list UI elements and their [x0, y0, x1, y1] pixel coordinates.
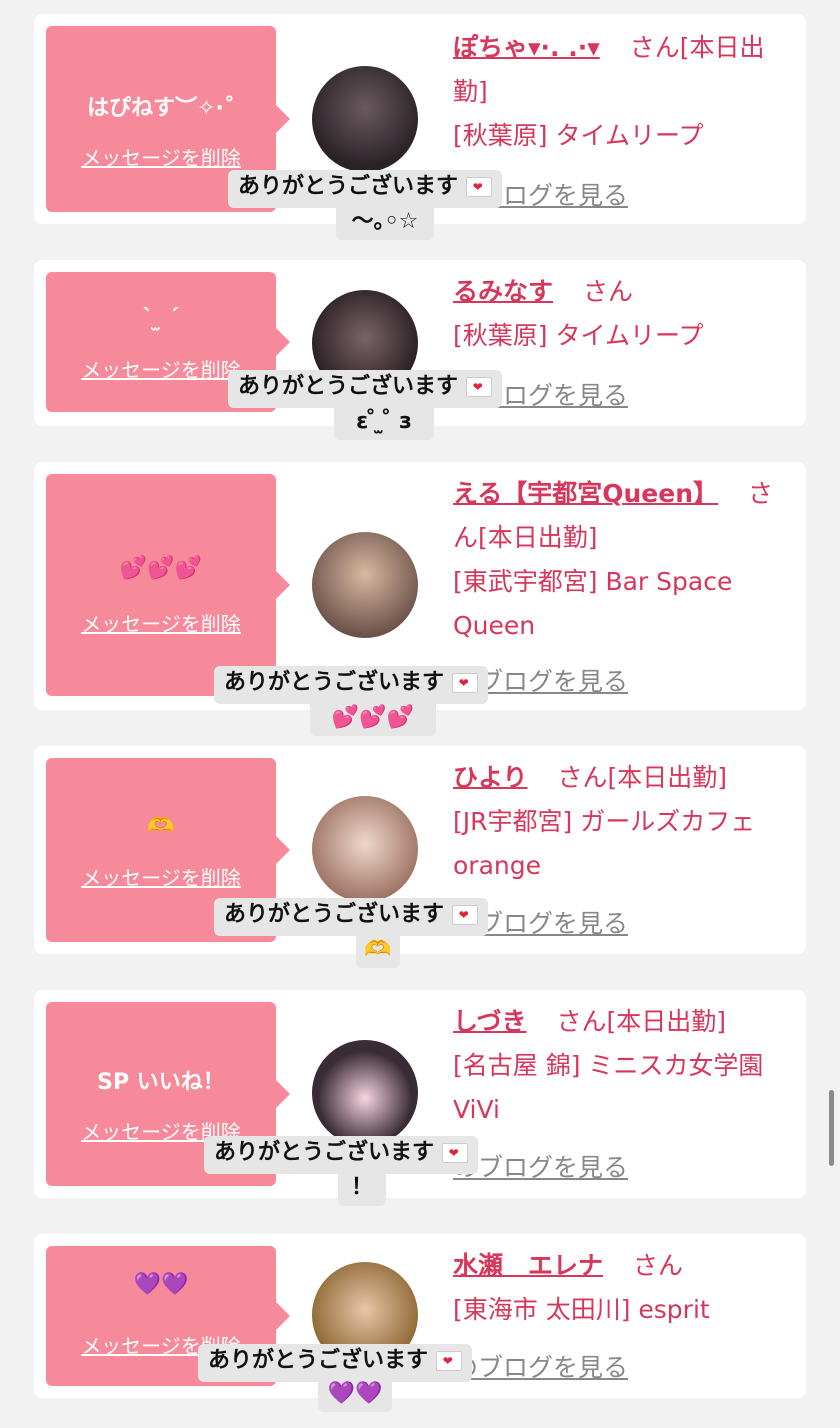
message-text: 💜💜	[133, 1272, 189, 1297]
honorific: さん	[629, 33, 680, 62]
blog-link[interactable]: のブログを見る	[453, 1348, 628, 1384]
shop-link[interactable]: [東海市 太田川] esprit	[453, 1295, 710, 1324]
tooltip-text: ありがとうございます	[224, 670, 445, 695]
envelope-heart-icon	[441, 1143, 468, 1163]
message-text: 🫶	[147, 814, 175, 839]
scrollbar[interactable]	[829, 1090, 834, 1166]
avatar[interactable]	[312, 796, 418, 902]
message-text: はぴねす︶✧·˚	[87, 96, 235, 121]
tooltip-text: ありがとうございます	[214, 1140, 435, 1165]
shop-link[interactable]: [秋葉原] タイムリープ	[453, 321, 703, 350]
profile-info: るみなす さん [秋葉原] タイムリープ	[453, 270, 793, 358]
honorific: さん	[582, 277, 633, 306]
message-text: ˋ ̫ ˊ	[142, 306, 180, 331]
tooltip-extra: ε ̊ ̫ ̊ з	[334, 406, 434, 440]
tooltip-extra: 💕💕💕	[310, 702, 436, 736]
shop-link[interactable]: [名古屋 錦] ミニスカ女学園ViVi	[453, 1051, 763, 1124]
profile-name-link[interactable]: ひより	[453, 763, 528, 792]
avatar[interactable]	[312, 532, 418, 638]
tooltip-text: ありがとうございます	[238, 174, 459, 199]
profile-name-link[interactable]: るみなす	[453, 277, 553, 306]
avatar[interactable]	[312, 66, 418, 172]
profile-info: ひより さん[本日出勤] [JR宇都宮] ガールズカフェorange	[453, 756, 793, 888]
envelope-heart-icon	[465, 377, 492, 397]
tooltip-extra: 〜｡◦☆	[336, 206, 434, 240]
shop-link[interactable]: [秋葉原] タイムリープ	[453, 121, 703, 150]
honorific: さん	[556, 1007, 607, 1036]
envelope-heart-icon	[451, 673, 478, 693]
tooltip-text: ありがとうございます	[238, 374, 459, 399]
profile-name-link[interactable]: 水瀬 エレナ	[453, 1251, 603, 1280]
status-label: [本日出勤]	[607, 763, 727, 792]
profile-name-link[interactable]: ぽちゃ▾·. .·▾	[453, 33, 600, 62]
status-label: [本日出勤]	[606, 1007, 726, 1036]
profile-name-link[interactable]: える【宇都宮Queen】	[453, 479, 718, 508]
blog-link[interactable]: のブログを見る	[453, 1148, 628, 1184]
avatar[interactable]	[312, 1040, 418, 1146]
shop-link[interactable]: [東武宇都宮] Bar Space Queen	[453, 567, 732, 640]
tooltip-text: ありがとうございます	[208, 1348, 429, 1373]
status-label: [本日出勤]	[478, 523, 598, 552]
profile-info: しづき さん[本日出勤] [名古屋 錦] ミニスカ女学園ViVi	[453, 1000, 793, 1132]
profile-info: ぽちゃ▾·. .·▾ さん[本日出勤] [秋葉原] タイムリープ	[453, 26, 793, 158]
tooltip-extra: ！	[338, 1172, 386, 1206]
honorific: さん	[557, 763, 608, 792]
thanks-tooltip: ありがとうございます	[204, 1136, 478, 1174]
thanks-tooltip: ありがとうございます	[228, 170, 502, 208]
delete-message-link[interactable]: メッセージを削除	[46, 608, 276, 637]
message-bubble: 💕💕💕 メッセージを削除	[46, 474, 290, 696]
delete-message-link[interactable]: メッセージを削除	[46, 862, 276, 891]
envelope-heart-icon	[465, 177, 492, 197]
tooltip-extra: 💜💜	[318, 1378, 392, 1412]
envelope-heart-icon	[435, 1351, 462, 1371]
thanks-tooltip: ありがとうございます	[214, 898, 488, 936]
profile-info: 水瀬 エレナ さん [東海市 太田川] esprit	[453, 1244, 793, 1332]
message-text: 💕💕💕	[119, 556, 203, 581]
thanks-tooltip: ありがとうございます	[214, 666, 488, 704]
profile-name-link[interactable]: しづき	[453, 1007, 527, 1036]
shop-link[interactable]: [JR宇都宮] ガールズカフェorange	[453, 807, 755, 880]
tooltip-extra: 🫶	[356, 934, 400, 968]
thanks-tooltip: ありがとうございます	[228, 370, 502, 408]
tooltip-text: ありがとうございます	[224, 902, 445, 927]
honorific: さん	[632, 1251, 683, 1280]
envelope-heart-icon	[451, 905, 478, 925]
profile-info: える【宇都宮Queen】 さん[本日出勤] [東武宇都宮] Bar Space …	[453, 472, 793, 648]
thanks-tooltip: ありがとうございます	[198, 1344, 472, 1382]
message-text: SP いいね！	[97, 1070, 225, 1095]
delete-message-link[interactable]: メッセージを削除	[46, 142, 276, 171]
